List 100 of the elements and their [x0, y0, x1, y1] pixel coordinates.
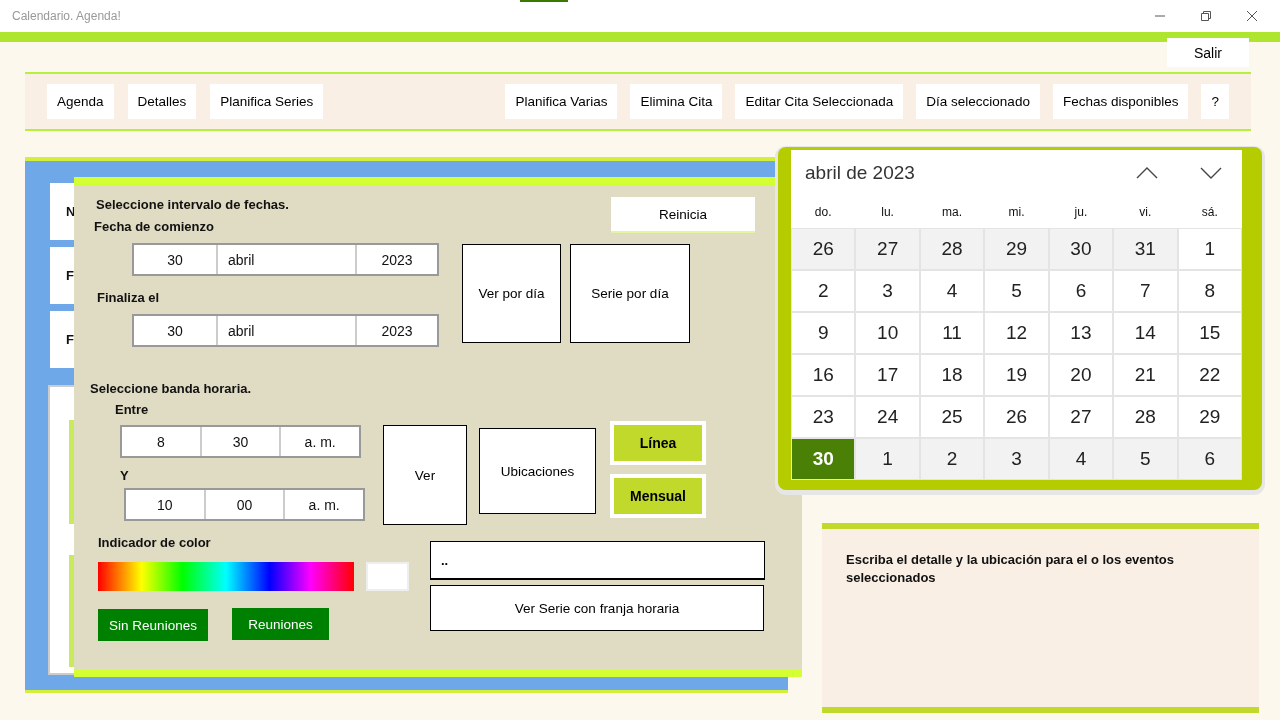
calendar-day[interactable]: 20 — [1049, 355, 1113, 395]
date-picker[interactable]: 30 abril 2023 — [132, 314, 439, 347]
calendar-day[interactable]: 22 — [1178, 355, 1241, 395]
mode-button[interactable]: Mensual — [610, 474, 706, 518]
calendar-day[interactable]: 12 — [985, 313, 1048, 353]
calendar-day[interactable]: 17 — [856, 355, 919, 395]
calendar-day[interactable]: 13 — [1049, 313, 1113, 353]
calendar-day[interactable]: 26 — [985, 397, 1048, 437]
toolbar-button[interactable]: Día seleccionado — [916, 84, 1040, 119]
meetings-button[interactable]: Reuniones — [232, 608, 329, 640]
toolbar-button[interactable]: Editar Cita Seleccionada — [735, 84, 904, 119]
title-accent — [520, 0, 568, 2]
calendar-day[interactable]: 6 — [1049, 271, 1113, 311]
chevron-down-icon[interactable] — [1200, 166, 1222, 179]
calendar-day[interactable]: 5 — [985, 271, 1048, 311]
chevron-up-icon[interactable] — [1136, 166, 1158, 179]
calendar-day[interactable]: 2 — [920, 439, 984, 479]
field-label: Indicador de color — [98, 535, 212, 550]
calendar-day[interactable]: 3 — [985, 439, 1048, 479]
weekday-label: sá. — [1200, 204, 1219, 219]
calendar-day[interactable]: 4 — [1049, 439, 1113, 479]
series-button[interactable]: Ver Serie con franja horaria — [430, 585, 764, 631]
close-icon[interactable] — [1246, 10, 1258, 22]
calendar-day[interactable]: 26 — [792, 229, 855, 269]
no-meetings-button[interactable]: Sin Reuniones — [98, 609, 208, 641]
toolbar-button[interactable]: Agenda — [47, 84, 114, 119]
hour-value: 10 — [126, 490, 206, 519]
weekday-label: ma. — [941, 204, 964, 219]
input-field[interactable]: .. — [430, 541, 765, 580]
calendar-day[interactable]: 27 — [1049, 397, 1113, 437]
time-picker[interactable]: 10 00 a. m. — [124, 488, 365, 521]
card-label: F — [66, 268, 74, 283]
toolbar-button[interactable]: Fechas disponibles — [1052, 84, 1189, 119]
calendar-day[interactable]: 8 — [1178, 271, 1241, 311]
weekday-label: ju. — [1073, 204, 1089, 219]
calendar-day[interactable]: 24 — [856, 397, 919, 437]
toolbar-button[interactable]: Detalles — [127, 84, 197, 119]
section-heading: Seleccione intervalo de fechas. — [96, 197, 289, 212]
calendar-day[interactable]: 4 — [920, 271, 984, 311]
toolbar-button[interactable]: Planifica Varias — [505, 84, 618, 119]
date-picker[interactable]: 30 abril 2023 — [132, 243, 439, 276]
field-label: Fecha de comienzo — [94, 219, 215, 234]
month-title: abril de 2023 — [805, 161, 915, 184]
field-label: Y — [120, 468, 130, 483]
calendar-day[interactable]: 25 — [920, 397, 984, 437]
calendar-day[interactable]: 6 — [1178, 439, 1241, 479]
calendar-day[interactable]: 1 — [1178, 229, 1241, 269]
calendar-day[interactable]: 23 — [792, 397, 855, 437]
calendar-day[interactable]: 28 — [920, 229, 984, 269]
calendar-day[interactable]: 18 — [920, 355, 984, 395]
weekday-label: lu. — [880, 204, 895, 219]
minute-value: 00 — [205, 490, 286, 519]
field-label: Entre — [115, 402, 150, 417]
color-spectrum[interactable] — [98, 562, 354, 591]
calendar-day[interactable]: 1 — [856, 439, 919, 479]
month-value: abril — [218, 245, 357, 274]
series-day-button[interactable]: Serie por día — [570, 244, 690, 343]
calendar-day[interactable]: 27 — [856, 229, 919, 269]
calendar-day[interactable]: 7 — [1114, 271, 1177, 311]
restore-icon[interactable] — [1200, 10, 1212, 22]
calendar-day[interactable]: 3 — [856, 271, 919, 311]
color-swatch — [366, 562, 409, 591]
calendar-day[interactable]: 16 — [792, 355, 855, 395]
calendar-day[interactable]: 14 — [1114, 313, 1177, 353]
calendar-day[interactable]: 15 — [1178, 313, 1241, 353]
view-day-button[interactable]: Ver por día — [462, 244, 561, 343]
year-value: 2023 — [380, 321, 414, 341]
calendar-day[interactable]: 31 — [1114, 229, 1177, 269]
locations-button[interactable]: Ubicaciones — [479, 428, 596, 514]
section-heading: Seleccione banda horaria. — [90, 381, 253, 396]
mode-button[interactable]: Línea — [610, 421, 706, 465]
year-value: 2023 — [380, 250, 414, 270]
toolbar-button[interactable]: Elimina Cita — [630, 84, 723, 119]
field-label: Finaliza el — [97, 290, 161, 305]
period-value: a. m. — [303, 432, 337, 452]
weekday-label: mi. — [1007, 204, 1026, 219]
calendar-day[interactable]: 30 — [792, 439, 855, 479]
hour-value: 8 — [122, 427, 202, 456]
month-value: abril — [218, 316, 357, 345]
calendar-day[interactable]: 29 — [985, 229, 1048, 269]
day-value: 30 — [134, 245, 218, 274]
calendar-day[interactable]: 28 — [1114, 397, 1177, 437]
toolbar-button[interactable]: Planifica Series — [210, 84, 324, 119]
calendar-day[interactable]: 9 — [792, 313, 855, 353]
time-picker[interactable]: 8 30 a. m. — [120, 425, 361, 458]
calendar-day[interactable]: 30 — [1049, 229, 1113, 269]
exit-button[interactable]: Salir — [1167, 38, 1249, 67]
details-text: Escriba el detalle y la ubicación para el o los eventos seleccionados — [846, 551, 1176, 587]
calendar-day[interactable]: 2 — [792, 271, 855, 311]
calendar-day[interactable]: 10 — [856, 313, 919, 353]
calendar-day[interactable]: 5 — [1114, 439, 1177, 479]
card-label: F — [66, 332, 74, 347]
calendar-day[interactable]: 21 — [1114, 355, 1177, 395]
calendar-day[interactable]: 19 — [985, 355, 1048, 395]
reset-button[interactable]: Reinicia — [611, 197, 755, 233]
calendar-day[interactable]: 29 — [1178, 397, 1241, 437]
toolbar-button[interactable]: ? — [1201, 84, 1229, 119]
view-button[interactable]: Ver — [383, 425, 467, 525]
calendar-day[interactable]: 11 — [920, 313, 984, 353]
period-value: a. m. — [307, 495, 341, 515]
